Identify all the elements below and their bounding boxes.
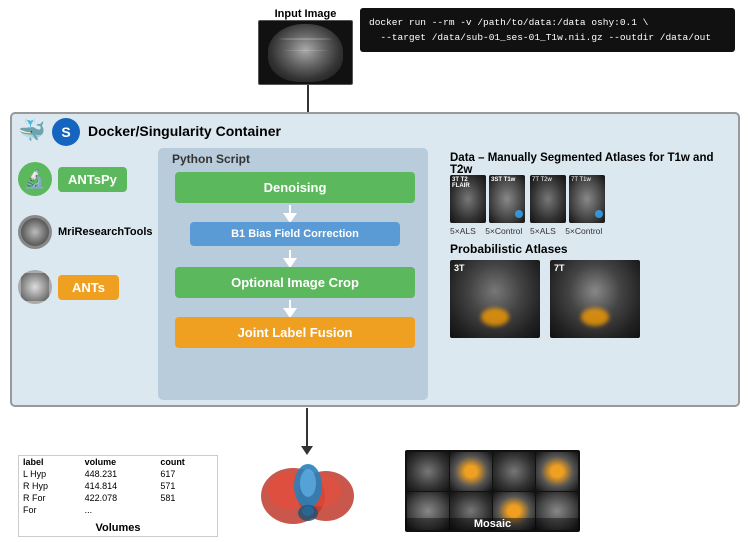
arrow-2 xyxy=(283,250,297,268)
col-volume: volume xyxy=(81,456,157,468)
atlas-label-1: 5×ALS 5×Control xyxy=(450,226,522,236)
atlas-group-2: 7T T2w 7T T1w xyxy=(530,175,605,223)
col-count: count xyxy=(156,456,217,468)
ants-icon xyxy=(18,270,52,304)
volumes-table: label volume count L Hyp 448.231 617 R H… xyxy=(19,456,217,516)
mosaic-cell xyxy=(450,452,492,491)
arrow-3 xyxy=(283,300,297,318)
input-image-label: Input Image xyxy=(258,8,353,20)
arrow-1 xyxy=(283,205,297,223)
atlas-img-2: 3ST T1w xyxy=(489,175,525,223)
prob-atlas-3t: 3T xyxy=(450,260,540,338)
mosaic-cell xyxy=(536,452,578,491)
mosaic-cell xyxy=(493,452,535,491)
input-image-box xyxy=(258,20,353,85)
mosaic-box: Mosaic xyxy=(405,450,580,532)
ants-label: ANTs xyxy=(58,275,119,300)
table-row: R For 422.078 581 xyxy=(19,492,217,504)
step-joint-label: Joint Label Fusion xyxy=(175,317,415,348)
tool-ants: ANTs xyxy=(18,270,119,304)
mosaic-cell xyxy=(407,452,449,491)
col-label: label xyxy=(19,456,81,468)
data-section-title: Data – Manually Segmented Atlases for T1… xyxy=(450,152,730,176)
table-row: L Hyp 448.231 617 xyxy=(19,468,217,480)
brain-3d-visualization xyxy=(228,448,388,538)
docker-container-label: Docker/Singularity Container xyxy=(88,123,281,139)
docker-icon: 🐳 xyxy=(18,118,45,144)
atlas-img-4: 7T T1w xyxy=(569,175,605,223)
prob-atlas-7t: 7T xyxy=(550,260,640,338)
command-box: docker run --rm -v /path/to/data:/data o… xyxy=(360,8,735,52)
atlas-img-3: 7T T2w xyxy=(530,175,566,223)
atlas-img-1: 3T T2 FLAIR xyxy=(450,175,486,223)
table-row: R Hyp 414.814 571 xyxy=(19,480,217,492)
volumes-label: Volumes xyxy=(19,520,217,536)
mosaic-label: Mosaic xyxy=(405,518,580,530)
table-row: For ... xyxy=(19,504,217,516)
step-denoising: Denoising xyxy=(175,172,415,203)
mri-label: MriResearchTools xyxy=(58,226,153,238)
step-optional-crop: Optional Image Crop xyxy=(175,267,415,298)
tool-mri: MriResearchTools xyxy=(18,215,153,249)
singularity-icon: S xyxy=(52,118,80,146)
python-script-label: Python Script xyxy=(172,152,250,166)
volumes-box: label volume count L Hyp 448.231 617 R H… xyxy=(18,455,218,537)
mri-icon xyxy=(18,215,52,249)
step-b1: B1 Bias Field Correction xyxy=(190,222,400,246)
atlas-group-1: 3T T2 FLAIR 3ST T1w xyxy=(450,175,525,223)
prob-atlas-title: Probabilistic Atlases xyxy=(450,242,568,256)
tool-antspy: 🔬 ANTsPy xyxy=(18,162,127,196)
atlas-label-2: 5×ALS 5×Control xyxy=(530,226,602,236)
antspy-label: ANTsPy xyxy=(58,167,127,192)
antspy-icon: 🔬 xyxy=(18,162,52,196)
